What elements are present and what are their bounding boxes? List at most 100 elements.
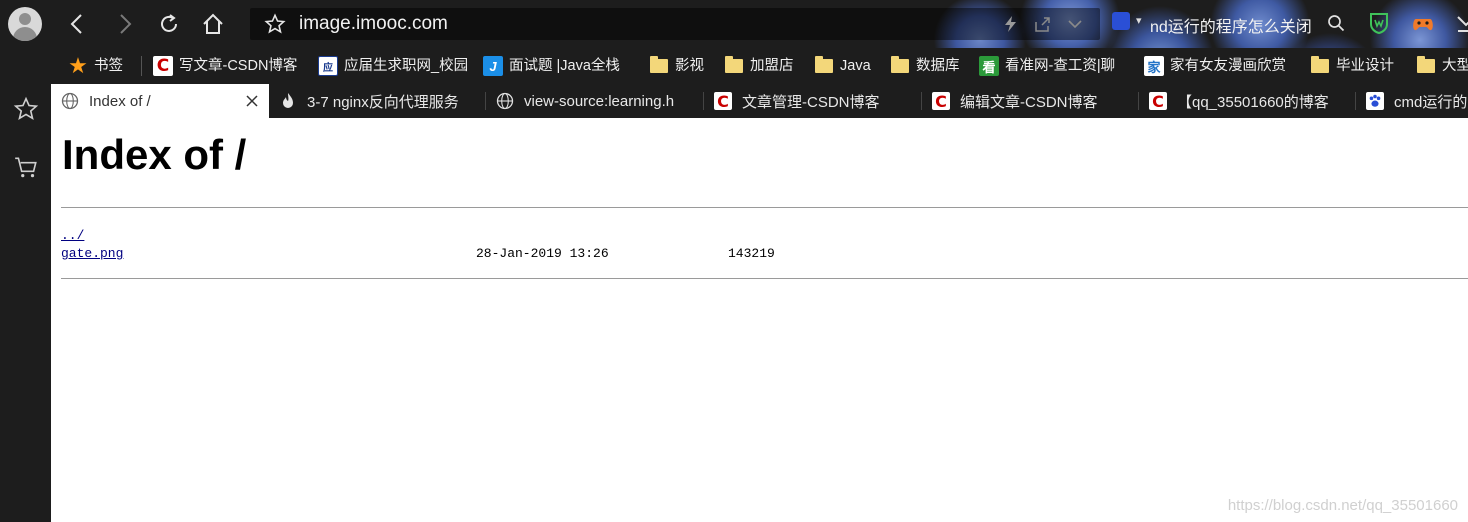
bookmark-item-bookmarks[interactable]: ★ 书签: [68, 53, 123, 78]
folder-icon: [815, 56, 833, 73]
bookmark-label: 大型: [1442, 58, 1468, 74]
tab-nginx[interactable]: 3-7 nginx反向代理服务: [269, 84, 486, 118]
bookmark-item-csdn-write[interactable]: C 写文章-CSDN博客: [153, 54, 297, 78]
tab-label: 文章管理-CSDN博客: [742, 93, 880, 111]
chevron-down-icon[interactable]: [1066, 16, 1084, 32]
tab-qq-blog[interactable]: C 【qq_35501660的博客: [1139, 84, 1356, 118]
folder-icon-wrap: [649, 56, 669, 76]
bookmark-star-icon[interactable]: [264, 13, 286, 35]
csdn-icon: C: [1149, 92, 1167, 111]
folder-icon: [650, 56, 668, 73]
globe-icon: [61, 92, 79, 110]
bookmark-label: 家有女友漫画欣赏: [1170, 58, 1286, 74]
globe-icon: [496, 92, 514, 110]
page-content: Index of / ../ gate.png 28-Jan-2019 13:2…: [51, 118, 1468, 522]
reload-button[interactable]: [155, 10, 183, 38]
tab-edit-article[interactable]: C 编辑文章-CSDN博客: [922, 84, 1139, 118]
folder-icon-wrap: [1310, 56, 1330, 76]
home-icon: [203, 13, 223, 34]
extension-shield-icon[interactable]: [1367, 11, 1391, 35]
folder-icon: [1417, 56, 1435, 73]
bookmark-label: 影视: [675, 58, 704, 74]
bookmark-item-kanzhun[interactable]: 看 看准网-查工资|聊: [979, 54, 1129, 78]
search-engine-dropdown-icon[interactable]: ▾: [1136, 14, 1142, 27]
csdn-icon: C: [153, 56, 173, 76]
tab-label: view-source:learning.h: [524, 92, 675, 110]
close-icon[interactable]: [243, 92, 261, 110]
java-site-icon: J: [483, 56, 503, 76]
back-button[interactable]: [64, 10, 92, 38]
folder-icon: [725, 56, 743, 73]
bookmark-folder-graduation[interactable]: 毕业设计: [1310, 54, 1394, 78]
folder-icon-wrap: [814, 56, 834, 76]
favorites-star-icon[interactable]: [13, 96, 39, 122]
parent-directory-link[interactable]: ../: [61, 228, 84, 243]
bookmark-label: 毕业设计: [1336, 58, 1394, 74]
bookmark-item-yingjiesheng[interactable]: 应 应届生求职网_校园: [318, 54, 468, 78]
bookmark-label: Java: [840, 58, 871, 74]
forward-button[interactable]: [110, 10, 138, 38]
listing-row: gate.png 28-Jan-2019 13:26 143219: [61, 246, 775, 264]
tab-label: Index of /: [89, 92, 151, 110]
bookmark-divider: [141, 56, 142, 76]
bookmark-folder-large[interactable]: 大型: [1416, 54, 1468, 78]
jiayou-icon: 家: [1144, 56, 1164, 76]
tab-label: cmd运行的: [1394, 93, 1468, 111]
download-icon[interactable]: [1454, 11, 1468, 35]
tab-view-source[interactable]: view-source:learning.h: [486, 84, 704, 118]
game-controller-icon[interactable]: [1411, 11, 1435, 35]
folder-icon-wrap: [1416, 56, 1436, 76]
tab-article-manage[interactable]: C 文章管理-CSDN博客: [704, 84, 922, 118]
bookmark-label: 加盟店: [750, 58, 794, 74]
bookmark-item-jiayou[interactable]: 家 家有女友漫画欣赏: [1144, 54, 1294, 78]
page-title: Index of /: [62, 131, 247, 178]
horizontal-rule: [61, 207, 1468, 208]
address-bar[interactable]: image.imooc.com: [250, 8, 1100, 40]
search-icon[interactable]: [1327, 14, 1345, 32]
yingjiesheng-icon: 应: [318, 56, 338, 76]
bookmark-label: 写文章-CSDN博客: [179, 58, 298, 74]
folder-icon: [891, 56, 909, 73]
tab-label: 【qq_35501660的博客: [1177, 93, 1329, 111]
file-size: 143219: [728, 246, 775, 261]
profile-avatar-icon[interactable]: [8, 7, 42, 41]
folder-icon-wrap: [890, 56, 910, 76]
file-link-gate-png[interactable]: gate.png: [61, 246, 123, 261]
bookmark-folder-java[interactable]: Java: [814, 54, 871, 78]
tab-label: 编辑文章-CSDN博客: [960, 93, 1098, 111]
baidu-paw-icon: [1366, 92, 1384, 110]
bookmark-label: 数据库: [916, 58, 960, 74]
url-text[interactable]: image.imooc.com: [299, 13, 448, 35]
tab-index-of[interactable]: Index of /: [51, 84, 269, 118]
lightning-icon[interactable]: [1002, 16, 1020, 32]
share-icon[interactable]: [1034, 16, 1052, 32]
tab-label: 3-7 nginx反向代理服务: [307, 93, 459, 111]
flame-icon: [279, 92, 297, 110]
bookmark-item-interview[interactable]: J 面试题 |Java全栈: [483, 54, 633, 78]
home-button[interactable]: [199, 10, 227, 38]
bookmark-folder-franchise[interactable]: 加盟店: [724, 54, 794, 78]
search-box-text[interactable]: nd运行的程序怎么关闭: [1150, 13, 1312, 37]
shopping-cart-icon[interactable]: [13, 154, 39, 180]
kanzhun-icon: 看: [979, 56, 999, 76]
csdn-icon: C: [714, 92, 732, 111]
bookmark-label: 看准网-查工资|聊: [1005, 58, 1116, 74]
folder-icon: [1311, 56, 1329, 73]
tab-cmd[interactable]: cmd运行的: [1356, 84, 1468, 118]
baidu-paw-icon[interactable]: [1112, 12, 1130, 30]
forward-arrow-icon: [120, 14, 132, 34]
back-arrow-icon: [70, 14, 82, 34]
csdn-icon: C: [932, 92, 950, 111]
tab-strip: Index of / 3-7 nginx反向代理服务 view-source:l…: [51, 84, 1468, 118]
sidebar: [0, 84, 51, 522]
watermark-text: https://blog.csdn.net/qq_35501660: [1227, 497, 1458, 514]
star-icon: ★: [68, 53, 88, 78]
bookmark-folder-database[interactable]: 数据库: [890, 54, 960, 78]
bookmarks-bar: ★ 书签 C 写文章-CSDN博客 应 应届生求职网_校园 J 面试题 |Jav…: [0, 48, 1468, 84]
horizontal-rule: [61, 278, 1468, 279]
listing-row: ../: [61, 228, 84, 246]
file-date: 28-Jan-2019 13:26: [476, 246, 609, 261]
bookmark-folder-videos[interactable]: 影视: [649, 54, 704, 78]
browser-toolbar: image.imooc.com ▾ nd运行的程序怎么关闭: [0, 0, 1468, 48]
bookmark-label: 面试题 |Java全栈: [509, 58, 620, 74]
